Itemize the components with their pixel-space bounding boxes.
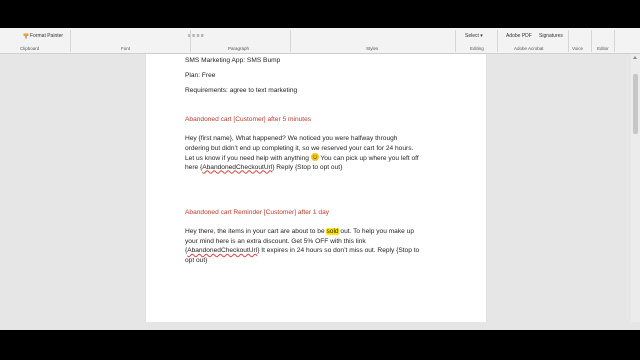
section1-line-4a: here { [185, 163, 203, 171]
section1-heading: Abandoned cart [Customer] after 5 minute… [185, 116, 312, 123]
signatures-button[interactable]: Signatures [539, 31, 563, 41]
section2-line-4: opt out} [185, 256, 208, 264]
group-editor-label: Editor [597, 46, 609, 51]
abandoned-checkout-url-token: AbandonedCheckoutUrl [187, 247, 258, 254]
group-paragraph-label: Paragraph [228, 46, 250, 51]
adobe-pdf-button[interactable]: Adobe PDF [506, 31, 532, 41]
section2-line-3: {AbandonedCheckoutUrl} It expires in 24 … [185, 246, 419, 255]
ribbon: Format Painter ≡ ≡ ≡ ≡ Select ▾ Adobe PD… [0, 28, 640, 54]
smiling-face-icon [310, 153, 319, 161]
document-page[interactable]: SMS Marketing App: SMS Bump Plan: Free R… [146, 54, 486, 330]
scroll-up-icon[interactable] [633, 56, 637, 59]
group-voice-label: Voice [572, 46, 584, 51]
screen: Format Painter ≡ ≡ ≡ ≡ Select ▾ Adobe PD… [0, 0, 640, 360]
vertical-scrollbar[interactable] [631, 54, 640, 330]
section1-line-1: Hey {first name}, What happened? We noti… [185, 135, 398, 142]
section2-heading: Abandoned cart Reminder [Customer] after… [185, 209, 330, 216]
select-label: Select [465, 33, 479, 39]
letterbox-top [0, 0, 640, 28]
group-styles-label: Styles [366, 46, 379, 51]
format-painter-button[interactable]: Format Painter [30, 31, 63, 41]
section1-line-4c: } Reply {Stop to opt out} [272, 163, 343, 171]
letterbox-bottom [0, 330, 640, 360]
divider [614, 30, 615, 52]
ribbon-group-labels: Clipboard Font Paragraph Styles Editing … [0, 44, 640, 54]
divider [190, 30, 191, 52]
section2-line-3c: } It expires in 24 hours so don’t miss o… [257, 247, 420, 254]
group-adobe-acrobat-label: Adobe Acrobat [514, 46, 544, 51]
divider [497, 30, 498, 52]
group-editing-label: Editing [470, 46, 484, 51]
section1-line-4: here {AbandonedCheckoutUrl} Reply {Stop … [185, 163, 342, 172]
abandoned-checkout-url-token: AbandonedCheckoutUrl [202, 163, 273, 171]
section2-line-1: Hey there, the items in your cart are ab… [185, 227, 414, 236]
doc-line-requirements: Requirements: agree to text marketing [185, 87, 298, 94]
scrollbar-thumb[interactable] [633, 74, 638, 134]
select-button[interactable]: Select ▾ [465, 31, 483, 41]
ribbon-controls: Format Painter ≡ ≡ ≡ ≡ Select ▾ Adobe PD… [0, 28, 640, 44]
chevron-down-icon: ▾ [480, 33, 483, 39]
section1-line-3: Let us know if you need help with anythi… [185, 153, 419, 163]
group-font-label: Font [121, 46, 131, 51]
section2-line-1c: out. To help you make up [338, 228, 414, 235]
document-canvas: SMS Marketing App: SMS Bump Plan: Free R… [0, 54, 640, 330]
divider [70, 30, 71, 52]
section1-line-3b: You can pick up where you left off [320, 155, 419, 162]
group-clipboard-label: Clipboard [20, 46, 40, 51]
divider [568, 30, 569, 52]
section1-line-3a: Let us know if you need help with anythi… [185, 155, 309, 162]
doc-line-app: SMS Marketing App: SMS Bump [185, 57, 281, 64]
section1-line-2: ordering but didn’t end up completing it… [185, 144, 414, 152]
divider [591, 30, 592, 52]
format-painter-icon [23, 33, 29, 39]
divider [290, 30, 291, 52]
section2-line-1a: Hey there, the items in your cart are ab… [185, 228, 327, 235]
status-bar [0, 322, 640, 330]
section2-line-2: your mind here is an extra discount. Get… [185, 237, 366, 245]
highlighted-word: sold [326, 228, 339, 235]
doc-line-plan: Plan: Free [185, 72, 216, 79]
divider [455, 30, 456, 52]
